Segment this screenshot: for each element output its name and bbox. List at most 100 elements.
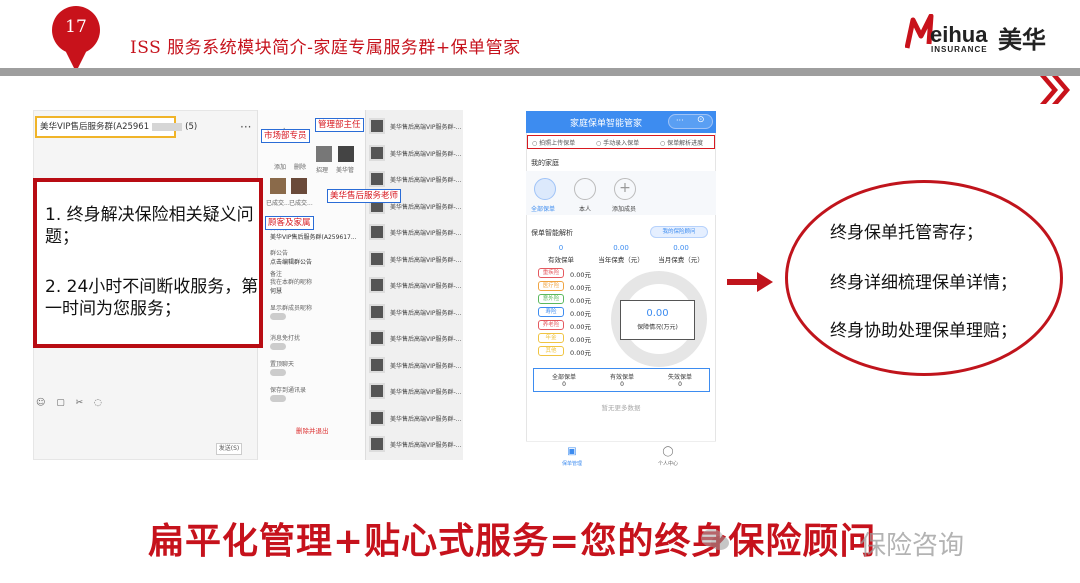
member-name: 招理: [316, 167, 329, 174]
category-badge: 年金: [538, 333, 564, 343]
list-item[interactable]: 美华售后高端VIP服务群-...: [366, 326, 464, 352]
left-callout-box: 1. 终身解决保险相关疑义问题； 2. 24小时不间断收服务，第一时间为您服务；: [33, 178, 263, 348]
category-value: 0.00元: [570, 271, 591, 279]
tag-customer-family: 顾客及家属: [265, 216, 314, 230]
my-family-heading: 我的家庭: [531, 159, 559, 167]
profile-icon[interactable]: ◯: [648, 446, 688, 457]
group-avatar: [369, 409, 385, 426]
coverage-value: 0.00: [646, 308, 669, 319]
category-badge: 寿险: [538, 307, 564, 317]
tag-market-staff: 市场部专员: [261, 129, 310, 143]
group-list-name: 美华售后高端VIP服务群-...: [390, 256, 462, 264]
wechat-watermark-icon: [701, 529, 729, 550]
family-label: 本人: [579, 206, 592, 213]
list-item[interactable]: 美华售后高端VIP服务群-...: [366, 406, 464, 432]
tab-profile[interactable]: 个人中心: [648, 460, 688, 467]
logo-chinese: 美华: [998, 26, 1046, 54]
mute-toggle[interactable]: [270, 343, 286, 350]
save-contacts-toggle[interactable]: [270, 395, 286, 402]
list-item[interactable]: 美华售后高端VIP服务群-...: [366, 432, 464, 458]
family-label: 全部保单: [531, 206, 556, 213]
group-list-name: 美华售后高端VIP服务群-...: [390, 177, 462, 184]
miniprogram-capsule[interactable]: ··· ⊙: [668, 114, 713, 129]
table-cell: 0: [678, 381, 682, 388]
list-item[interactable]: 美华售后高端VIP服务群-...: [366, 247, 464, 273]
pin-toggle[interactable]: [270, 369, 286, 376]
group-list-name: 美华售后高端VIP服务群-...: [390, 309, 462, 317]
stat-value: 0: [558, 244, 564, 252]
group-avatar: [369, 118, 385, 134]
list-item[interactable]: 美华售后高端VIP服务群-...: [366, 220, 464, 246]
coverage-label: 保障情况(万元): [637, 324, 678, 331]
list-item[interactable]: 美华售后高端VIP服务群-...: [366, 273, 464, 299]
member-avatar[interactable]: [291, 178, 307, 194]
group-avatar: [369, 250, 385, 267]
empty-state-text: 暂无更多数据: [601, 404, 641, 412]
member-avatar[interactable]: [316, 146, 332, 162]
table-cell: 0: [562, 381, 566, 388]
more-dots-icon[interactable]: ···: [676, 116, 684, 125]
double-chevron-icon: [1040, 76, 1070, 104]
category-value: 0.00元: [570, 284, 591, 292]
all-policies-icon[interactable]: [534, 178, 556, 200]
list-item[interactable]: 美华售后高端VIP服务群-...: [366, 141, 464, 167]
tab-policy-manage[interactable]: 保单管理: [552, 460, 592, 467]
bottom-slogan: 扁平化管理+贴心式服务=您的终身保险顾问: [148, 521, 877, 562]
slide-number: 17: [65, 17, 87, 37]
exit-group-button[interactable]: 删除并退出: [296, 425, 329, 435]
mute-label: 消息免打扰: [270, 335, 301, 342]
group-list-name: 美华售后高端VIP服务群-...: [390, 389, 462, 396]
list-item[interactable]: 美华售后高端VIP服务群-...: [366, 300, 464, 326]
category-value: 0.00元: [570, 310, 591, 318]
list-item[interactable]: 美华售后高端VIP服务群-...: [366, 379, 464, 405]
tag-manager: 管理部主任: [315, 118, 364, 132]
chat-toolbar[interactable]: ☺ ▢ ✂ ◌: [36, 398, 106, 408]
list-item[interactable]: 美华售后高端VIP服务群-...: [366, 114, 464, 140]
category-badge: 其他: [538, 346, 564, 356]
member-name: 已成交...: [266, 200, 290, 207]
add-label: 添加: [274, 164, 287, 171]
parse-progress-label: 保单解析进度: [667, 140, 704, 147]
notice-value[interactable]: 点击编辑群公告: [270, 257, 312, 266]
analysis-heading: 保单智能解析: [531, 229, 573, 237]
group-name-value[interactable]: 美华VIP售后服务群(A259617...: [270, 232, 357, 241]
masked-id: [152, 122, 183, 131]
upload-photo-button[interactable]: ○ 拍照上传保单: [532, 138, 575, 147]
add-member-plus-icon[interactable]: +: [614, 178, 636, 200]
group-list-name: 美华售后高端VIP服务群-...: [390, 442, 462, 449]
self-avatar-icon[interactable]: [574, 178, 596, 200]
group-list: 美华售后高端VIP服务群-... 美华售后高端VIP服务群-... 美华售后高端VI…: [365, 110, 463, 460]
family-members-row: + 全部保单 本人 添加成员: [526, 171, 716, 215]
policy-manage-icon[interactable]: ▣: [552, 446, 592, 457]
more-options-icon[interactable]: ···: [240, 120, 251, 134]
category-value: 0.00元: [570, 336, 591, 344]
send-button[interactable]: 发送(S): [216, 443, 242, 455]
parse-progress-button[interactable]: ○ 保单解析进度: [660, 138, 703, 147]
group-title: 美华VIP售后服务群(A25961 (5): [40, 120, 197, 132]
upload-photo-label: 拍照上传保单: [539, 140, 576, 147]
category-value: 0.00元: [570, 323, 591, 331]
show-nick-label: 显示群成员昵称: [270, 305, 313, 312]
group-list-name: 美华售后高端VIP服务群-...: [390, 283, 462, 290]
category-badge: 医疗险: [538, 281, 564, 291]
nickname-label: 我在本群的昵称: [270, 279, 313, 286]
category-badge: 重疾险: [538, 268, 564, 278]
service-line-1: 终身保单托管寄存；: [830, 223, 983, 243]
stat-value: 0.00: [613, 244, 629, 252]
group-list-name: 美华售后高端VIP服务群-...: [390, 230, 462, 237]
close-circle-icon[interactable]: ⊙: [697, 115, 705, 125]
member-name: 已成交...: [289, 200, 313, 207]
member-avatar[interactable]: [338, 146, 354, 162]
group-avatar: [369, 303, 385, 320]
phone-title: 家庭保单智能管家: [570, 119, 643, 129]
member-name: 美华管: [336, 167, 355, 174]
show-nick-toggle[interactable]: [270, 313, 286, 320]
manual-entry-button[interactable]: ○ 手动录入保单: [596, 138, 639, 147]
stat-label: 当年保费（元）: [598, 256, 644, 264]
service-line-2: 终身详细梳理保单详情；: [830, 273, 1017, 293]
nickname-value[interactable]: 何慧: [270, 286, 282, 295]
group-count: (5): [185, 122, 198, 132]
my-advisor-button[interactable]: 我的保险顾问: [650, 226, 708, 238]
member-avatar[interactable]: [270, 178, 286, 194]
list-item[interactable]: 美华售后高端VIP服务群-...: [366, 353, 464, 379]
